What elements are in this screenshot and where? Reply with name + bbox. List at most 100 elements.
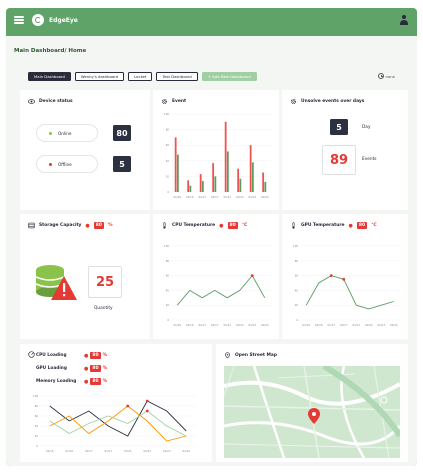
device-status-title: Device status — [39, 99, 73, 104]
cpu-chart-x-tick-label: 01/22 — [236, 323, 244, 327]
event-chart-bar — [199, 174, 202, 192]
loading-chart-y-tick-label: 40 — [35, 424, 39, 428]
gpu-chart-x-tick-label: 01/16 — [315, 323, 323, 327]
events-label: Events — [362, 157, 377, 162]
cpu-chart-highlight-point — [250, 274, 254, 277]
cpu-temperature-value: 80 — [227, 222, 238, 229]
loading-line-chart: 100 80 60 40 20 0 01/16 01/16 01/17 01/17 01/21 01/… — [33, 394, 196, 453]
speedometer-icon — [28, 351, 35, 358]
event-chart-y-tick-label: 60 — [166, 143, 170, 147]
unsolved-events-header: Unsolve events over days — [290, 98, 364, 105]
event-chart-x-tick-label: 01/17 — [211, 195, 219, 199]
cpu-temperature-card: CPU Temperature ● 80 °C 100 80 60 40 20 0 01/1… — [153, 214, 279, 339]
gpu-chart-y-tick-label: 60 — [295, 274, 299, 278]
tab-wennys-dashboard[interactable]: Wenny's dashboard — [74, 72, 125, 81]
device-status-header: Device status — [28, 98, 73, 105]
user-icon[interactable] — [400, 15, 408, 25]
event-chart-bar — [189, 185, 192, 192]
cpu-chart-x-tick-label: 01/17 — [211, 323, 219, 327]
gpu-chart-x-tick-label: 01/23 — [378, 323, 386, 327]
gpu-loading-value: 80 — [90, 365, 101, 372]
gpu-chart-x-tick-label: 01/16 — [303, 323, 311, 327]
app-name: EdgeEye — [49, 16, 78, 24]
event-chart-bar — [201, 181, 204, 192]
tab-main-dashboard[interactable]: Main Dashboard — [28, 72, 71, 81]
gpu-chart-x-tick-label: 01/21 — [353, 323, 361, 327]
event-chart-x-tick-label: 01/23 — [249, 195, 257, 199]
offline-count: 5 — [113, 156, 131, 172]
event-chart-bar — [239, 178, 242, 192]
gpu-chart-x-tick-label: 01/24 — [390, 323, 398, 327]
cpu-temperature-unit: °C — [241, 223, 248, 228]
cpu-chart-x-tick-label: 01/17 — [199, 323, 207, 327]
gpu-chart-y-tick-label: 80 — [295, 259, 299, 263]
event-chart-bar — [226, 151, 229, 192]
event-card: Event 100 80 60 40 20 0 01/16 01/16 01/17 01/17 01… — [153, 90, 279, 210]
storage-capacity-value: 80 — [93, 222, 105, 229]
offline-status-pill: Offline — [36, 155, 98, 173]
dashboard-tabs: Main Dashboard Wenny's dashboard Locket … — [28, 72, 257, 81]
gpu-chart-highlight-point — [342, 277, 346, 281]
event-chart-bar — [174, 137, 177, 192]
cpu-chart-x-tick-label: 01/16 — [174, 323, 182, 327]
event-chart-bar — [224, 121, 227, 192]
thermometer-icon — [163, 222, 166, 229]
event-chart-bar — [214, 176, 217, 192]
clock-icon — [377, 73, 384, 79]
event-chart-bar — [237, 168, 240, 192]
memory-loading-row: Memory Loading ● 80 % — [36, 378, 108, 385]
storage-quantity-value: 25 — [88, 266, 122, 298]
event-chart-bar — [251, 162, 254, 192]
event-chart-x-tick-label: 01/22 — [236, 195, 244, 199]
loading-chart-x-tick-label: 01/16 — [46, 449, 54, 453]
gpu-chart-y-tick-label: 0 — [296, 318, 298, 322]
gpu-loading-unit: % — [102, 366, 108, 371]
gpu-temperature-value: 80 — [356, 222, 368, 229]
storage-capacity-title: Storage Capacity — [39, 223, 82, 228]
storage-icon — [28, 222, 35, 229]
event-title: Event — [172, 99, 187, 104]
street-map[interactable] — [224, 366, 400, 458]
loading-chart-x-tick-label: 01/23 — [163, 449, 171, 453]
gpu-temperature-header: GPU Temperature ● 80 °C — [290, 222, 377, 229]
loading-chart-x-tick-label: 01/21 — [124, 449, 132, 453]
app-window: EdgeEye Main Dashboard/ Home Main Dashbo… — [6, 8, 417, 466]
loading-chart-x-tick-label: 01/22 — [144, 449, 152, 453]
cpu-loading-unit: % — [102, 353, 108, 358]
offline-label: Offline — [58, 161, 72, 167]
cpu-loading-label: CPU Loading — [36, 353, 67, 358]
loading-chart-y-tick-label: 100 — [33, 394, 38, 398]
loading-chart-x-tick-label: 01/16 — [66, 449, 74, 453]
eye-icon — [28, 99, 35, 104]
event-chart-x-tick-label: 01/16 — [186, 195, 194, 199]
event-chart-x-tick-label: 01/16 — [174, 195, 182, 199]
cpu-temperature-title: CPU Temperature — [172, 223, 216, 228]
top-bar: EdgeEye — [6, 8, 417, 32]
event-chart-y-tick-label: 40 — [166, 159, 170, 163]
online-dot — [49, 131, 52, 135]
tab-test-dashboard[interactable]: Test Dashboard — [156, 72, 198, 81]
event-bar-chart: 100 80 60 40 20 0 01/16 01/16 01/17 01/17 01/21 01/… — [164, 112, 271, 199]
add-dashboard-button[interactable]: + Add New Dashboard — [201, 72, 257, 81]
gpu-chart-y-tick-label: 20 — [295, 303, 299, 307]
event-chart-x-tick-label: 01/24 — [261, 195, 269, 199]
cpu-temperature-header: CPU Temperature ● 80 °C — [161, 222, 247, 229]
tab-locket[interactable]: Locket — [128, 72, 153, 81]
day-label: Day — [362, 125, 371, 130]
cpu-chart-x-tick-label: 01/23 — [249, 323, 257, 327]
refresh-control[interactable]: none — [377, 73, 395, 79]
gpu-temperature-unit: °C — [371, 223, 377, 228]
event-chart-x-tick-label: 01/17 — [199, 195, 207, 199]
app-logo-icon — [32, 14, 44, 26]
cpu-chart-y-tick-label: 0 — [167, 318, 169, 322]
event-chart-bar — [187, 180, 190, 192]
unsolved-events-card: Unsolve events over days 5 Day 89 Events — [282, 90, 408, 210]
gpu-chart-highlight-point — [329, 274, 333, 277]
database-warning-icon — [35, 265, 77, 300]
map-header: Open Street Map — [224, 352, 277, 359]
map-title: Open Street Map — [235, 353, 277, 358]
event-chart-y-tick-label: 0 — [167, 190, 169, 194]
online-count: 80 — [113, 125, 131, 141]
loading-chart-series-line — [49, 405, 187, 442]
hamburger-menu-icon[interactable] — [14, 16, 24, 24]
